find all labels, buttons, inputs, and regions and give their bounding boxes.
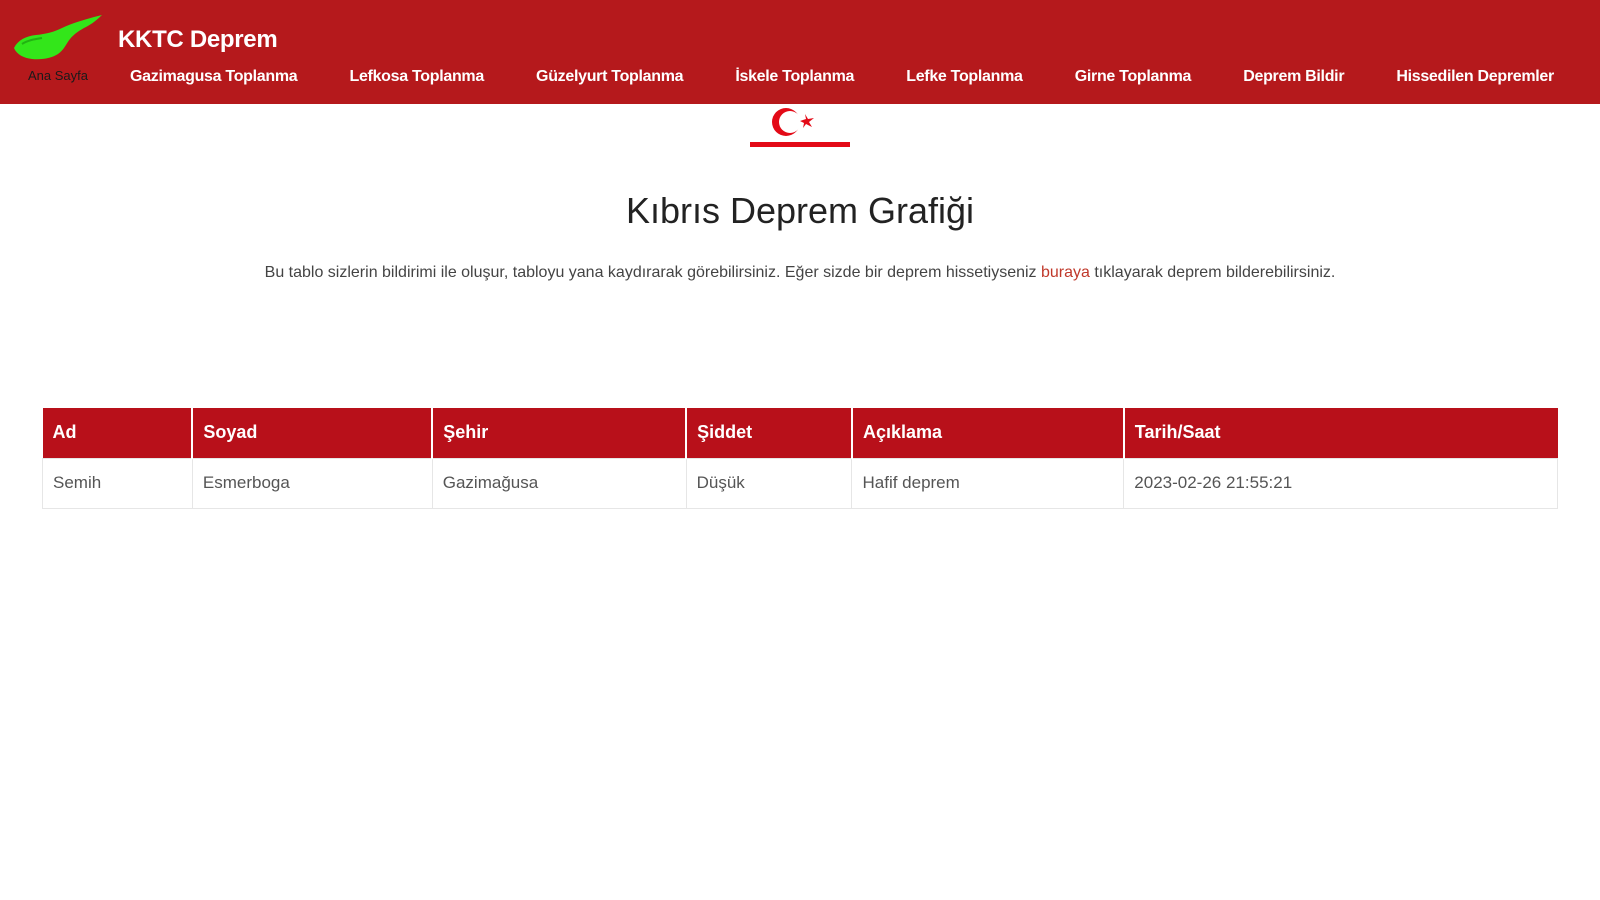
column-header-siddet: Şiddet bbox=[686, 408, 853, 458]
nav-link-girne[interactable]: Girne Toplanma bbox=[1069, 68, 1197, 85]
cell-ad: Semih bbox=[42, 457, 193, 509]
column-header-soyad: Soyad bbox=[192, 408, 434, 458]
report-link[interactable]: buraya bbox=[1041, 264, 1090, 281]
nav-links: Gazimagusa Toplanma Lefkosa Toplanma Güz… bbox=[124, 68, 1560, 92]
cyprus-island-icon bbox=[14, 15, 102, 60]
nav-link-gazimagusa[interactable]: Gazimagusa Toplanma bbox=[124, 68, 303, 85]
intro-text-before: Bu tablo sizlerin bildirimi ile oluşur, … bbox=[264, 264, 1041, 281]
nav-link-lefkosa[interactable]: Lefkosa Toplanma bbox=[343, 68, 490, 85]
cell-soyad: Esmerboga bbox=[191, 457, 433, 509]
nav-link-lefke[interactable]: Lefke Toplanma bbox=[900, 68, 1028, 85]
intro-text-after: tıklayarak deprem bilderebilirsiniz. bbox=[1089, 264, 1336, 281]
home-link[interactable]: Ana Sayfa bbox=[12, 14, 108, 90]
table-row: Semih Esmerboga Gazimağusa Düşük Hafif d… bbox=[42, 457, 1558, 509]
cell-tarih-saat: 2023-02-26 21:55:21 bbox=[1123, 457, 1558, 509]
page-title: Kıbrıs Deprem Grafiği bbox=[625, 190, 975, 231]
nav-link-deprem-bildir[interactable]: Deprem Bildir bbox=[1237, 68, 1350, 85]
home-label: Ana Sayfa bbox=[28, 68, 88, 83]
cell-sehir: Gazimağusa bbox=[431, 457, 687, 509]
nav-link-hissedilen-depremler[interactable]: Hissedilen Depremler bbox=[1390, 68, 1560, 85]
nav-link-iskele[interactable]: İskele Toplanma bbox=[729, 68, 860, 85]
cell-siddet: Düşük bbox=[685, 457, 853, 509]
table-header-row: Ad Soyad Şehir Şiddet Açıklama Tarih/Saa… bbox=[42, 408, 1558, 458]
earthquake-table: Ad Soyad Şehir Şiddet Açıklama Tarih/Saa… bbox=[42, 408, 1558, 509]
intro-text: Bu tablo sizlerin bildirimi ile oluşur, … bbox=[0, 264, 1600, 282]
column-header-ad: Ad bbox=[42, 408, 194, 458]
nav-link-guzelyurt[interactable]: Güzelyurt Toplanma bbox=[530, 68, 689, 85]
navbar: Ana Sayfa KKTC Deprem Gazimagusa Toplanm… bbox=[0, 0, 1600, 104]
cell-aciklama: Hafif deprem bbox=[851, 457, 1125, 509]
column-header-tarih-saat: Tarih/Saat bbox=[1123, 408, 1558, 458]
column-header-sehir: Şehir bbox=[432, 408, 688, 458]
column-header-aciklama: Açıklama bbox=[851, 408, 1125, 458]
brand-title[interactable]: KKTC Deprem bbox=[118, 26, 278, 54]
trnc-flag-icon bbox=[748, 104, 852, 152]
